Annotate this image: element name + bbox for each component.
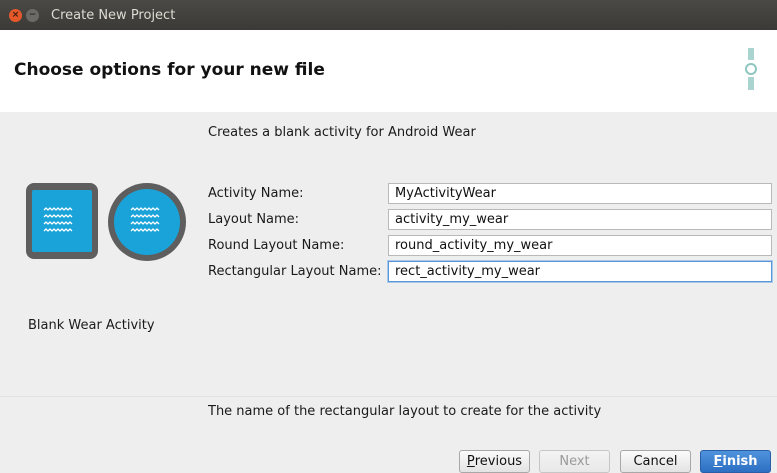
finish-mnemonic: F [713, 454, 723, 469]
next-label: Next [559, 454, 590, 469]
divider [0, 396, 777, 397]
square-watch-preview-icon [26, 183, 98, 259]
previous-button[interactable]: Previous [459, 450, 530, 473]
android-wear-watch-icon [745, 48, 757, 90]
cancel-label: Cancel [633, 454, 678, 469]
window-title: Create New Project [51, 7, 176, 23]
activity-name-input[interactable] [388, 183, 772, 204]
page-title: Choose options for your new file [14, 60, 325, 80]
rectangular-layout-name-label: Rectangular Layout Name: [208, 264, 382, 279]
layout-name-label: Layout Name: [208, 212, 300, 227]
wizard-header: Choose options for your new file [0, 30, 777, 112]
rectangular-layout-name-input[interactable] [388, 261, 772, 282]
cancel-button[interactable]: Cancel [620, 450, 691, 473]
round-layout-name-input[interactable] [388, 235, 772, 256]
template-preview[interactable] [26, 183, 186, 269]
finish-button[interactable]: Finish [700, 450, 771, 473]
next-button[interactable]: Next [539, 450, 610, 473]
finish-label: inish [722, 454, 758, 469]
template-description: Creates a blank activity for Android Wea… [208, 125, 476, 140]
round-watch-preview-icon [108, 183, 186, 261]
previous-mnemonic: P [466, 454, 475, 469]
round-layout-name-label: Round Layout Name: [208, 238, 345, 253]
template-name: Blank Wear Activity [28, 318, 155, 333]
close-window-icon[interactable]: × [9, 8, 22, 22]
title-bar: × − Create New Project [0, 0, 777, 30]
field-help-text: The name of the rectangular layout to cr… [208, 404, 602, 419]
layout-name-input[interactable] [388, 209, 772, 230]
previous-label: revious [474, 454, 523, 469]
activity-name-label: Activity Name: [208, 186, 304, 201]
minimize-window-icon[interactable]: − [26, 8, 39, 22]
